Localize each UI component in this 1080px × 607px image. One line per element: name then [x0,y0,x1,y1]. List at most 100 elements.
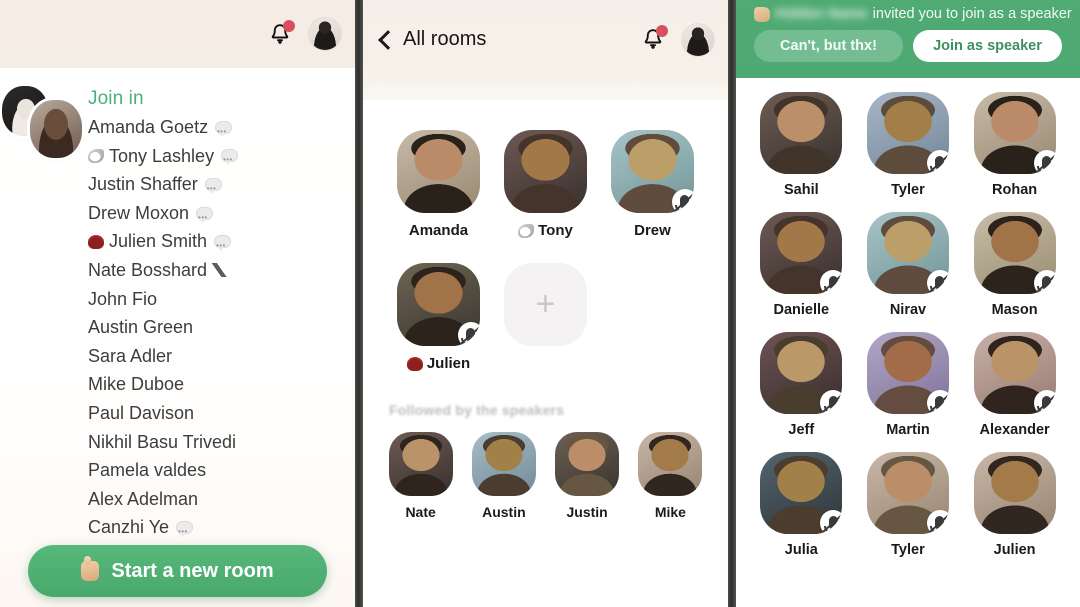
follower-tile[interactable]: Justin [546,432,629,520]
member-list-item[interactable]: Nikhil Basu Trivedi [88,428,347,457]
member-name: Pamela valdes [88,460,207,481]
mid-body: Amanda Tony Drew Julien + Followed by the sp… [363,100,728,607]
member-list-item[interactable]: Drew Moxon [88,199,347,232]
member-list-item[interactable]: John Fio [88,285,347,314]
participant-name: Tyler [891,542,925,558]
participant-tile[interactable]: Tyler [855,452,962,558]
member-name: Sara Adler [88,345,173,366]
member-name: Justin Shaffer [88,174,198,195]
follower-tile[interactable]: Mike [629,432,712,520]
accept-invite-button[interactable]: Join as speaker [913,30,1062,62]
participant-tile[interactable]: Jeff [748,332,855,438]
speaker-avatar[interactable] [610,130,694,213]
follower-name: Nate [405,504,436,520]
notifications-bell-button-mid[interactable] [638,24,668,54]
member-list-item[interactable]: Mike Duboe [88,370,347,399]
invite-actions: Can't, but thx! Join as speaker [746,30,1070,62]
participant-tile[interactable]: Nirav [855,212,962,318]
participant-name: Sahil [783,182,819,198]
speaker-avatar[interactable] [503,130,587,213]
member-name: Alex Adelman [88,488,199,509]
muted-mic-icon [1033,150,1056,174]
profile-avatar-button-mid[interactable] [682,24,714,56]
follower-avatar[interactable] [388,432,453,496]
right-body: Sahil Tyler Rohan Danielle Nirav Mason Jeff Mar… [736,78,1080,607]
speaker-avatar[interactable] [396,263,480,346]
participant-name: Danielle [773,302,830,318]
bird-emoji-icon [88,148,104,163]
participant-avatar[interactable] [866,92,949,174]
participant-tile[interactable]: Alexander [961,332,1068,438]
profile-avatar-button[interactable] [309,18,341,50]
participant-tile[interactable]: Julien [961,452,1068,558]
speaker-tile[interactable]: Julien [385,263,492,372]
participant-avatar[interactable] [760,452,843,534]
participant-name: Martin [886,422,930,438]
notifications-bell-button[interactable] [265,19,295,49]
speech-bubble-emoji-icon [215,118,233,146]
participant-avatar[interactable] [866,212,949,294]
member-list-item[interactable]: Paul Davison [88,399,347,428]
follower-avatar[interactable] [471,432,536,496]
participant-tile[interactable]: Julia [748,452,855,558]
participant-avatar[interactable] [973,332,1056,414]
participant-avatar[interactable] [866,332,949,414]
member-list-item[interactable]: Canzhi Ye [88,513,347,547]
participant-avatar[interactable] [760,92,843,174]
portrait-image [388,432,453,496]
speaker-avatar[interactable] [396,130,480,213]
speaker-name-row: Tony [518,222,573,239]
participant-avatar[interactable] [760,212,843,294]
speaker-avatars-group [0,86,92,164]
follower-name: Austin [482,504,526,520]
muted-mic-icon [1033,390,1056,414]
speaker-tile[interactable]: Tony [492,130,599,239]
notification-badge-dot [283,20,295,32]
add-speaker-tile[interactable]: + [492,263,599,372]
start-new-room-button[interactable]: Start a new room [28,545,327,597]
followers-grid: Nate Austin Justin Mike [363,418,728,520]
muted-mic-icon [926,510,949,534]
follower-avatar[interactable] [638,432,703,496]
member-list-item[interactable]: Alex Adelman [88,485,347,514]
member-name: John Fio [88,288,158,309]
member-list-item[interactable]: Sara Adler [88,342,347,371]
follower-tile[interactable]: Austin [462,432,545,520]
waving-hand-icon [754,6,770,22]
telescope-emoji-icon [211,263,228,278]
portrait-image [396,130,480,213]
speech-bubble-emoji-icon [214,232,232,261]
decline-invite-button[interactable]: Can't, but thx! [754,30,903,62]
member-list-item[interactable]: Amanda Goetz [88,113,347,146]
participant-tile[interactable]: Martin [855,332,962,438]
participant-tile[interactable]: Danielle [748,212,855,318]
speaker-tile[interactable]: Amanda [385,130,492,239]
member-name: Austin Green [88,317,194,338]
back-chevron-icon[interactable] [375,30,395,50]
muted-mic-icon [820,390,843,414]
participant-avatar[interactable] [973,452,1056,534]
follower-avatar[interactable] [555,432,620,496]
raised-hand-icon [81,556,100,581]
member-list-item[interactable]: Austin Green [88,313,347,342]
participant-tile[interactable]: Mason [961,212,1068,318]
participant-avatar[interactable] [760,332,843,414]
participant-tile[interactable]: Tyler [855,92,962,198]
cap-emoji-icon [88,234,104,249]
participant-avatar[interactable] [866,452,949,534]
participant-tile[interactable]: Sahil [748,92,855,198]
member-list-item[interactable]: Julien Smith [88,227,347,261]
member-list-item[interactable]: Justin Shaffer [88,170,347,204]
muted-mic-icon [926,270,949,294]
follower-tile[interactable]: Nate [379,432,462,520]
participant-avatar[interactable] [973,212,1056,294]
participant-avatar[interactable] [973,92,1056,174]
participant-tile[interactable]: Rohan [961,92,1068,198]
member-list-item[interactable]: Pamela valdes [88,456,347,485]
all-rooms-title[interactable]: All rooms [403,28,486,51]
speaker-tile[interactable]: Drew [599,130,706,239]
speakers-grid: Amanda Tony Drew Julien + [363,100,728,396]
plus-icon[interactable]: + [503,263,587,346]
portrait-image [471,432,536,496]
panel-divider-2 [728,0,736,607]
